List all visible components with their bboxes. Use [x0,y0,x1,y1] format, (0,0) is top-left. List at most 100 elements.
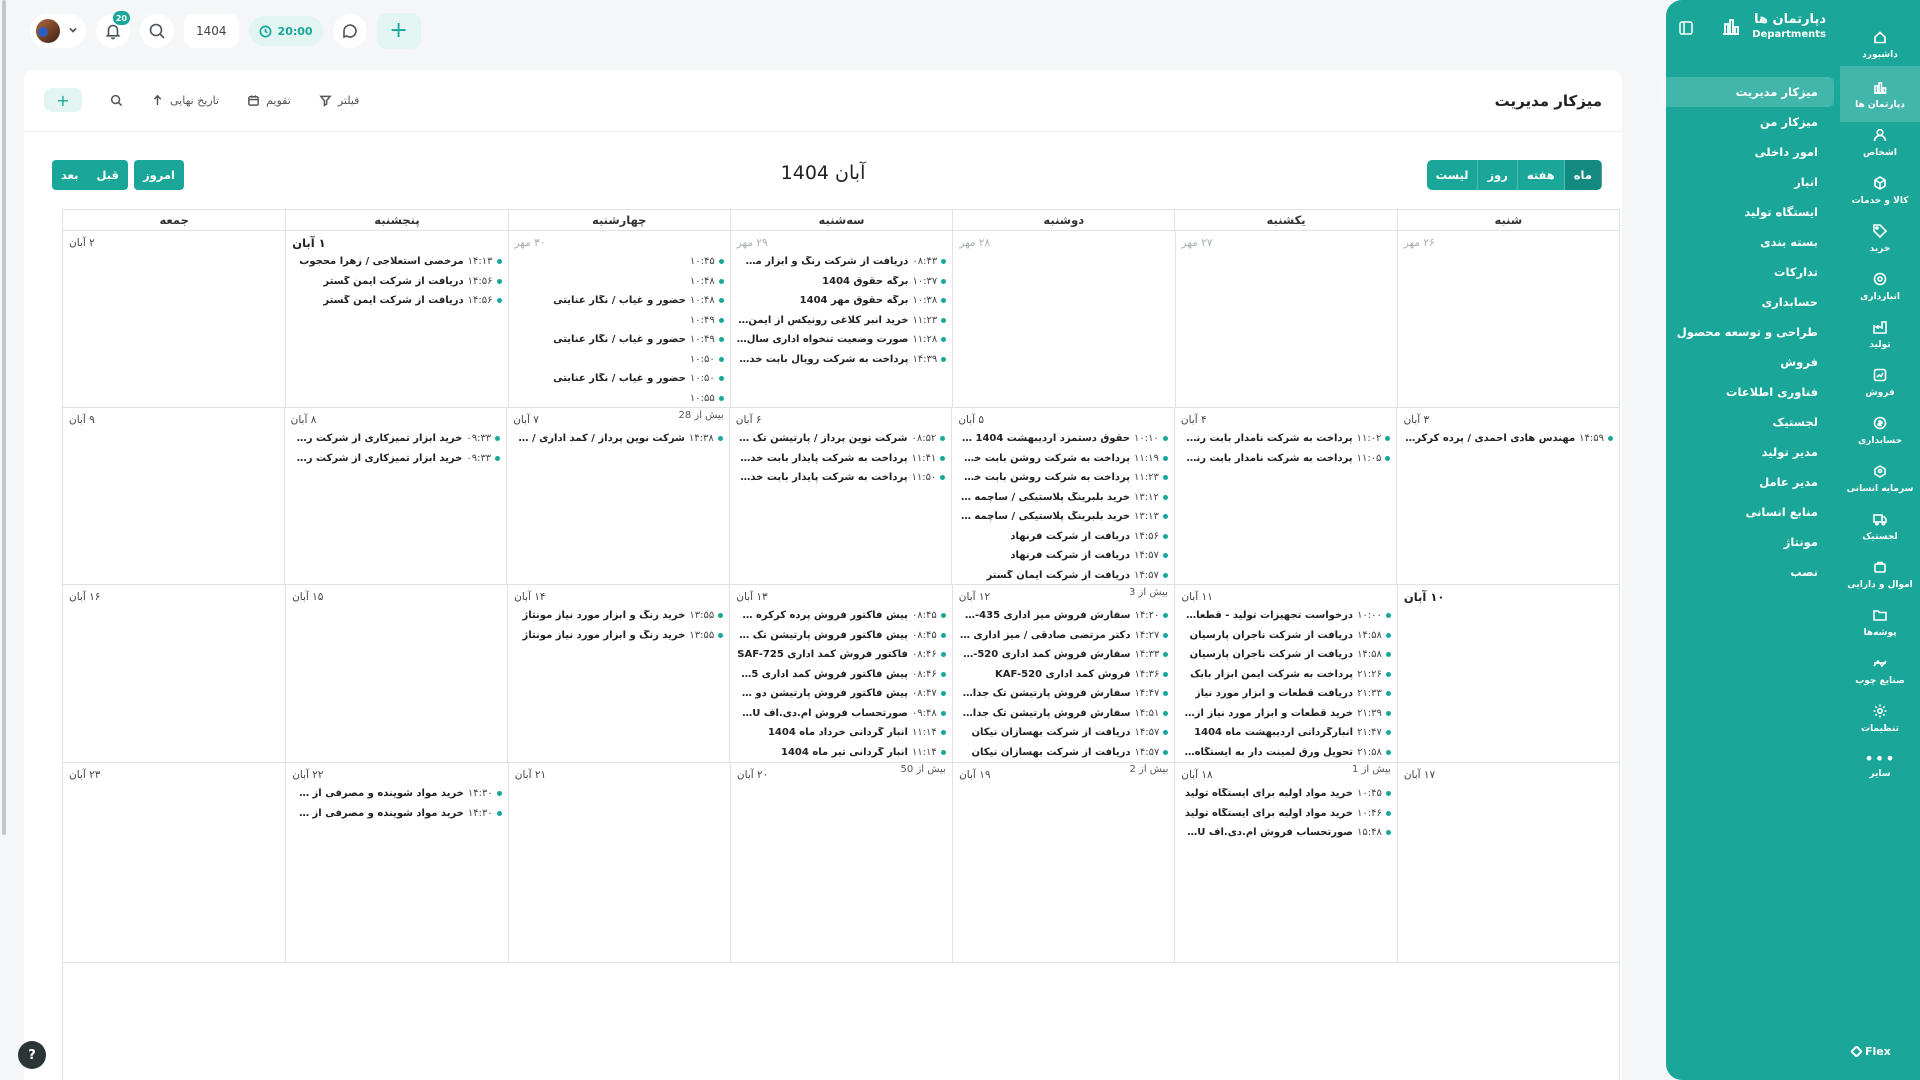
notifications-button[interactable]: 20 [96,11,130,48]
day-cell[interactable]: ۲۸ مهر [952,231,1174,407]
calendar-event[interactable]: ۱۴:۵۹مهندس هادی احمدی / پرده کرکره سفید … [1403,429,1613,449]
day-cell[interactable]: ۸ آبان ۰۹:۳۳ خرید ابزار تمیزکاری از شرکت ر… [283,408,507,584]
calendar-event[interactable]: ۱۳:۵۵ خرید رنگ و ابزار مورد نیاز مونتاژ [514,606,724,626]
rail-item-more[interactable]: ••• سایر [1840,738,1920,794]
calendar-event[interactable]: ۰۸:۴۷پیش فاکتور فروش پارتیشن دو جداره 54… [736,684,946,704]
calendar-event[interactable]: ۰۹:۴۸صورتحساب فروش ام.دی.اف CL&PU [736,704,946,724]
calendar-event[interactable]: ۱۴:۵۱سفارش فروش پارتیشن تک جداره PAR-753… [959,704,1169,724]
calendar-event[interactable]: ۱۱:۱۴ انبار گردانی خرداد ماه 1404 [736,723,946,743]
calendar-event[interactable]: ۰۹:۳۳ خرید ابزار تمیزکاری از شرکت رویال [291,429,501,449]
calendar-event[interactable]: ۱۳:۱۲خرید بلبرینگ پلاستیکی / ساچمه ای از… [958,488,1168,508]
calendar-event[interactable]: ۲۱:۴۷ انبارگردانی اردیبهشت ماه 1404 [1181,723,1391,743]
day-cell[interactable]: ۳ آبان ۱۴:۵۹ مهندس هادی احمدی / پرده کرکره… [1396,408,1619,584]
calendar-event[interactable]: ۱۰:۵۵ [515,389,724,409]
day-cell[interactable]: ۱۴ آبان ۱۳:۵۵ خرید رنگ و ابزار مورد نیاز م… [507,585,729,762]
calendar-event[interactable]: ۱۵:۴۸صورتحساب فروش ام.دی.اف CL&PU [1181,823,1391,843]
calendar-event[interactable]: ۱۰:۳۸ برگه حقوق مهر 1404 [737,291,947,311]
next-button[interactable]: بعد [52,160,88,190]
calendar-event[interactable]: ۱۴:۳۸شرکت نوین پرداز / کمد اداری / ک پ 1… [513,429,723,449]
add-button[interactable]: + [44,88,82,112]
day-cell[interactable]: ۱۲ آبان ۱۴:۲۰سفارش فروش میز اداری BAG-435… [951,585,1175,775]
dept-menu-item[interactable]: فناوری اطلاعات [1660,377,1834,407]
day-cell[interactable]: ۹ آبان [63,408,284,584]
calendar-event[interactable]: ۲۱:۳۹خرید قطعات و ابزار مورد نیاز از ایم… [1181,704,1391,724]
dept-menu-item[interactable]: نصب [1660,557,1834,587]
calendar-event[interactable]: ۱۱:۲۳پرداخت به شرکت روشن بابت خرید لوازم… [958,468,1168,488]
calendar-event[interactable]: ۱۱:۲۳خرید انبر کلاغی رونیکس از ایمن ابزا… [737,311,947,331]
dept-menu-item[interactable]: انبار [1660,167,1834,197]
calendar-event[interactable]: ۱۴:۲۷دکتر مرتضی صادقی / میز اداری / ک پ … [959,626,1169,646]
view-day-button[interactable]: روز [1478,160,1518,190]
dept-menu-item[interactable]: فروش [1660,347,1834,377]
calendar-event[interactable]: ۱۱:۱۴ انبار گردانی تیر ماه 1404 [736,743,946,763]
calendar-event[interactable]: ۱۰:۴۸ حضور و غیاب / نگار عنایتی [515,291,724,311]
dept-menu-item[interactable]: میزکار من [1660,107,1834,137]
calendar-event[interactable]: ۱۰:۵۰ [515,350,724,370]
day-cell[interactable]: ۱۶ آبان [63,585,285,762]
calendar-event[interactable]: ۱۴:۲۰سفارش فروش میز اداری BAG-435 [959,606,1169,626]
calendar-event[interactable]: ۱۱:۴۱پرداخت به شرکت پایدار بابت خدمات ار… [736,449,946,469]
dept-menu-item[interactable]: بسته بندی [1660,227,1834,257]
calendar-event[interactable]: ۱۴:۵۶ دریافت از شرکت ایمن گستر [292,291,502,311]
calendar-event[interactable]: ۰۸:۴۳ دریافت از شرکت رنگ و ابزار مطهری [737,252,947,272]
calendar-event[interactable]: ۲۱:۳۳ دریافت قطعات و ابزار مورد نیاز [1181,684,1391,704]
calendar-event[interactable]: ۱۴:۵۷ دریافت از شرکت بهسازان نیکان [959,723,1169,743]
calendar-event[interactable]: ۱۴:۵۸ دریافت از شرکت ناجران پارسیان [1181,645,1391,665]
calendar-event[interactable]: ۱۰:۴۹ [515,311,724,331]
day-cell[interactable]: ۲۰ آبان [729,763,952,962]
day-cell[interactable]: ۲۶ مهر [1396,231,1619,407]
calendar-event[interactable]: ۲۱:۵۸تحویل ورق لمینت دار به ایستگاه تولی… [1181,743,1391,763]
day-cell[interactable]: ۲۷ مهر [1174,231,1397,407]
view-week-button[interactable]: هفته [1517,160,1565,190]
day-cell[interactable]: ۱۷ آبان [1396,763,1619,962]
calendar-event[interactable]: ۲۱:۲۶ پرداخت به شرکت ایمن ابزار بابک [1181,665,1391,685]
calendar-event[interactable]: ۱۳:۱۳خرید بلبرینگ پلاستیکی / ساچمه ای از… [958,507,1168,527]
calendar-event[interactable]: ۱۴:۱۳ مرخصی استعلاجی / زهرا محجوب [292,252,502,272]
search-toggle[interactable] [110,94,123,107]
day-cell[interactable]: ۳۰ مهر ۱۰:۴۵ ۱۰:۴۸ ۱۰:۴۸ حضور و غیاب / نگار … [507,231,730,421]
quick-add-button[interactable]: + [376,13,421,49]
calendar-event[interactable]: ۱۱:۲۸صورت وضعیت تنخواه اداری سال 1404 [737,330,947,350]
dept-menu-item[interactable]: منابع انسانی [1660,497,1834,527]
calendar-event[interactable]: ۱۴:۵۷ دریافت از شرکت ایمان گستر [958,566,1168,586]
day-cell[interactable]: ۱۸ آبان ۱۰:۴۵ خرید مواد اولیه برای ایستگاه… [1174,763,1397,962]
calendar-event[interactable]: ۱۴:۵۷ دریافت از شرکت بهسازان نیکان [959,743,1169,763]
day-cell[interactable]: ۱ آبان ۱۴:۱۳ مرخصی استعلاجی / زهرا محجوب ۱۴… [285,231,507,407]
day-cell[interactable]: ۱۰ آبان [1396,585,1619,762]
calendar-event[interactable]: ۱۴:۳۹ پرداخت به شرکت رویال بابت خدمات [737,350,947,370]
calendar-event[interactable]: ۱۴:۵۶ دریافت از شرکت فرنهاد [958,527,1168,547]
calendar-event[interactable]: ۰۹:۳۳ خرید ابزار تمیزکاری از شرکت رویال [291,449,501,469]
collapse-sidebar-button[interactable] [1678,20,1694,36]
page-scrollbar[interactable] [2,0,6,835]
calendar-event[interactable]: ۱۴:۵۶ دریافت از شرکت ایمن گستر [292,272,502,292]
dept-menu-item[interactable]: مونتاژ [1660,527,1834,557]
calendar-event[interactable]: ۰۸:۵۲شرکت نوین پرداز / پارتیشن تک جداره … [736,429,946,449]
calendar-event[interactable]: ۱۴:۳۰خرید مواد شوینده و مصرفی از شرکت رو… [292,784,502,804]
calendar-event[interactable]: ۱۴:۳۶ فروش کمد اداری KAF-520 [959,665,1169,685]
day-cell[interactable]: ۱۱ آبان ۱۰:۰۰ درخواست تجهیزات تولید - قطعا… [1174,585,1397,775]
calendar-event[interactable]: ۱۱:۰۲پرداخت به شرکت نامدار بابت رنگ آمیز… [1181,429,1391,449]
view-month-button[interactable]: ماه [1564,160,1602,190]
sort-deadline-button[interactable]: تاریخ نهایی [151,94,219,107]
calendar-event[interactable]: ۱۰:۴۵ خرید مواد اولیه برای ایستگاه تولید [1181,784,1391,804]
calendar-event[interactable]: ۰۸:۴۵پیش فاکتور فروش پارتیشن تک جداره 34… [736,626,946,646]
day-cell[interactable]: ۲۲ آبان ۱۴:۳۰ خرید مواد شوینده و مصرفی از … [285,763,508,962]
day-cell[interactable]: ۲۳ آبان [63,763,285,962]
calendar-event[interactable]: ۱۰:۴۸ [515,272,724,292]
calendar-event[interactable]: ۱۰:۵۰ حضور و غیاب / نگار عنایتی [515,369,724,389]
calendar-view-button[interactable]: تقویم [247,94,291,107]
today-button[interactable]: امروز [133,160,184,190]
dept-menu-item[interactable]: مدیر عامل [1660,467,1834,497]
dept-menu-item[interactable]: امور داخلی [1660,137,1834,167]
calendar-event[interactable]: ۰۸:۴۵پیش فاکتور فروش پرده کرکره خاکستری … [736,606,946,626]
day-cell[interactable]: ۱۹ آبان [952,763,1174,962]
calendar-event[interactable]: ۱۳:۵۵ خرید رنگ و ابزار مورد نیاز مونتاژ [514,626,724,646]
day-cell[interactable]: ۷ آبان ۱۴:۳۸ شرکت نوین پرداز / کمد اداری /… [506,408,729,584]
calendar-event[interactable]: ۱۰:۴۹ حضور و غیاب / نگار عنایتی [515,330,724,350]
day-cell[interactable]: ۶ آبان ۰۸:۵۲ شرکت نوین پرداز / پارتیشن تک … [728,408,952,584]
prev-button[interactable]: قبل [87,160,128,190]
calendar-event[interactable]: ۱۰:۳۷ برگه حقوق 1404 [737,272,947,292]
filter-button[interactable]: فیلتر [319,94,359,107]
day-cell[interactable]: ۲۹ مهر ۰۸:۴۳ دریافت از شرکت رنگ و ابزار مط… [729,231,953,407]
calendar-event[interactable]: ۱۱:۱۹پرداخت به شرکت روشن بابت خرید لوازم… [958,449,1168,469]
